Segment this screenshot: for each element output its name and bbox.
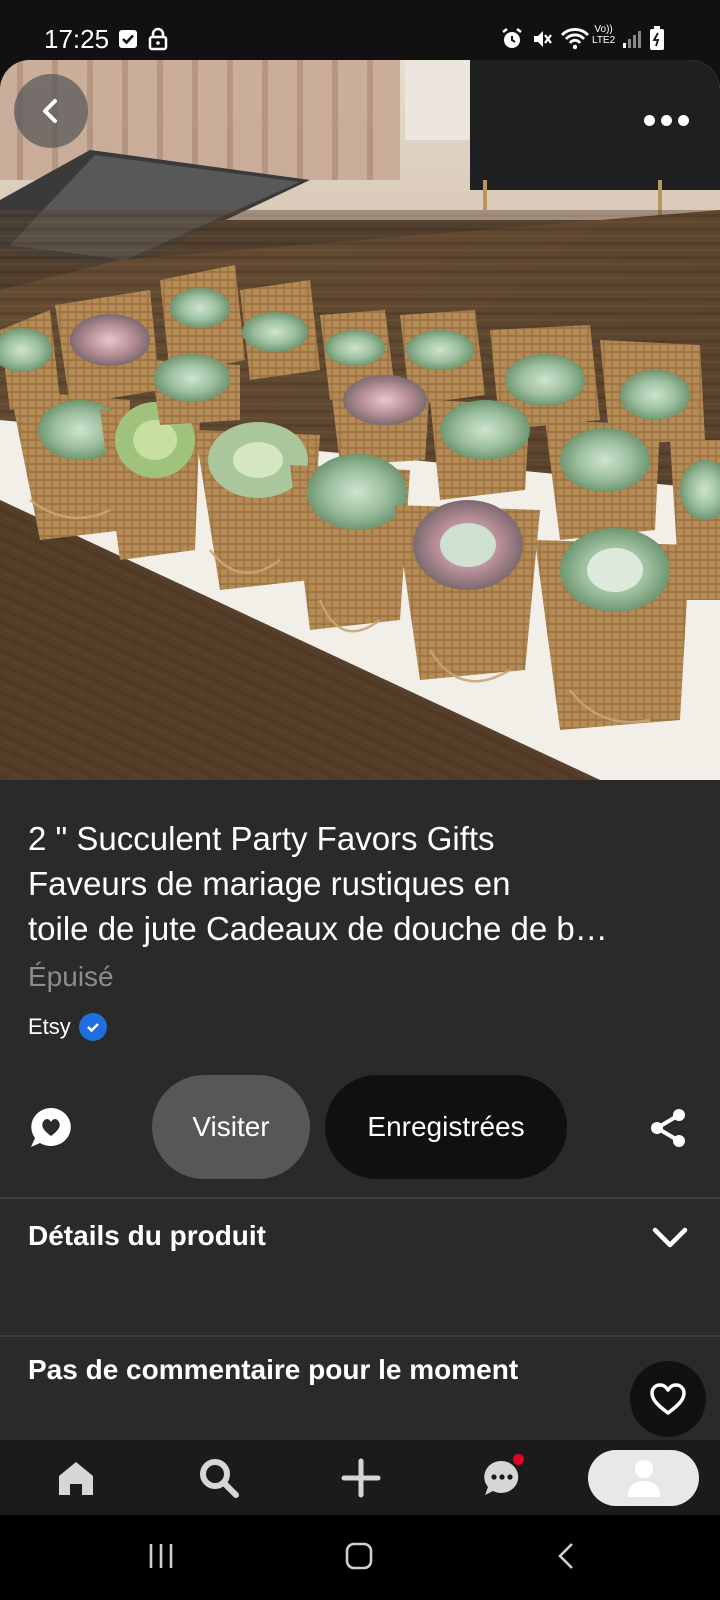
comments-label: Pas de commentaire pour le moment — [28, 1354, 519, 1385]
divider — [0, 1335, 720, 1337]
availability-status: Épuisé — [28, 961, 114, 992]
network-vo-label: Vo)) — [594, 24, 613, 35]
verified-badge-icon — [78, 1013, 107, 1041]
visit-button[interactable]: Visiter — [152, 1075, 310, 1179]
alarm-icon — [500, 27, 524, 56]
saved-button[interactable]: Enregistrées — [325, 1075, 567, 1179]
nav-create[interactable] — [337, 1454, 385, 1502]
comment-button[interactable] — [28, 1105, 74, 1151]
network-lte-label: LTE2 — [592, 35, 616, 46]
heart-outline-icon — [650, 1383, 686, 1415]
network-type: Vo)) LTE2 — [592, 24, 615, 46]
more-horizontal-icon — [643, 114, 655, 126]
home-button-icon[interactable] — [344, 1541, 374, 1571]
pin-title-line: 2 " Succulent Party Favors Gifts — [28, 820, 495, 857]
pin-title-line: toile de jute Cadeaux de douche de b… — [28, 910, 608, 947]
mute-icon — [530, 27, 554, 56]
notification-dot — [513, 1454, 524, 1465]
share-button[interactable] — [648, 1108, 688, 1148]
product-details-label: Détails du produit — [28, 1220, 266, 1251]
divider — [0, 1197, 720, 1199]
pin-title-line: Faveurs de mariage rustiques en — [28, 865, 511, 902]
pin-actions: Visiter Enregistrées — [0, 1075, 720, 1181]
system-navigation-bar — [0, 1515, 720, 1600]
recent-apps-icon[interactable] — [146, 1541, 176, 1571]
nav-search[interactable] — [195, 1454, 243, 1502]
pin-details-panel: 2 " Succulent Party Favors Gifts Faveurs… — [0, 780, 720, 1440]
succulent-favors-photo — [0, 60, 720, 780]
nav-home[interactable] — [52, 1454, 100, 1502]
nav-messages[interactable] — [478, 1454, 526, 1502]
chevron-down-icon[interactable] — [652, 1227, 688, 1249]
home-icon — [59, 1462, 93, 1495]
chevron-left-icon — [43, 99, 57, 123]
wifi-icon — [560, 27, 590, 56]
bottom-navigation — [0, 1440, 720, 1515]
signal-icon — [622, 30, 642, 53]
more-options-button[interactable] — [636, 100, 696, 140]
nav-profile[interactable] — [588, 1450, 699, 1506]
status-bar: 17:25 Vo)) LTE2 — [0, 0, 720, 60]
battery-icon — [650, 26, 664, 55]
system-back-icon[interactable] — [552, 1541, 582, 1571]
checkbox-notification-icon — [118, 29, 138, 54]
merchant-name: Etsy — [28, 1014, 71, 1039]
product-details-row[interactable]: Détails du produit — [28, 1220, 688, 1280]
profile-icon — [627, 1460, 660, 1497]
like-button[interactable] — [630, 1361, 706, 1437]
pin-title: 2 " Succulent Party Favors Gifts Faveurs… — [28, 816, 688, 951]
pin-image[interactable] — [0, 60, 720, 780]
speech-bubble-heart-icon — [31, 1108, 71, 1147]
status-time: 17:25 — [44, 24, 110, 54]
lock-icon — [148, 27, 168, 56]
back-button[interactable] — [14, 74, 88, 148]
plus-icon — [341, 1458, 381, 1498]
merchant-link[interactable]: Etsy — [28, 1013, 107, 1041]
share-icon — [651, 1109, 685, 1147]
search-icon — [200, 1459, 239, 1498]
